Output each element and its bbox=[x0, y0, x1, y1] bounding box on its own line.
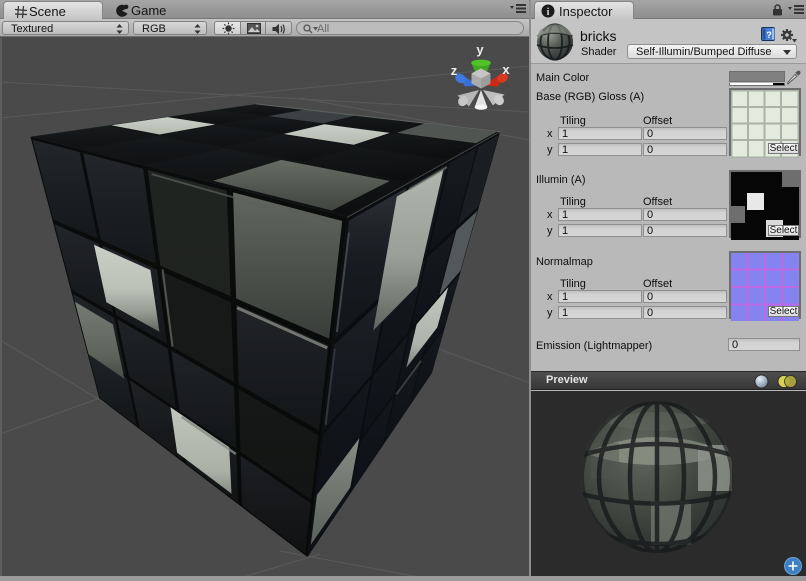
svg-text:i: i bbox=[547, 7, 550, 18]
svg-text:y: y bbox=[476, 42, 484, 57]
svg-text:x: x bbox=[502, 62, 510, 77]
svg-text:?: ? bbox=[766, 30, 772, 40]
svg-text:z: z bbox=[451, 63, 458, 78]
